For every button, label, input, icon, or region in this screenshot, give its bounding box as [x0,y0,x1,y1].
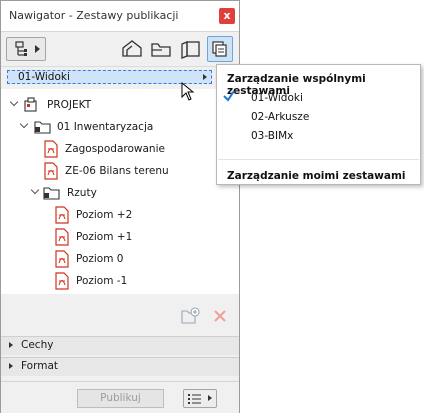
tree-row-item[interactable]: Zagospodarowanie [1,139,239,159]
pdf-file-icon [55,228,69,246]
tree-row-item[interactable]: Poziom -1 [1,271,239,291]
toolbar [1,32,239,67]
window-title: Nawigator - Zestawy publikacji [9,9,179,22]
layout-book-icon [181,41,200,59]
layout-book-button[interactable] [177,36,203,62]
chevron-right-icon [208,395,212,401]
delete-icon[interactable] [213,309,227,323]
publisher-sets-icon [212,41,227,57]
folder-icon [43,187,60,200]
menu-divider [218,159,419,160]
section-cechy[interactable]: Cechy [1,336,239,355]
project-map-button[interactable] [119,36,145,62]
publisher-tree: PROJEKT 01 Inwentaryzacja Zagospodarowan… [1,89,239,294]
chevron-down-icon[interactable] [20,122,28,130]
pdf-file-icon [55,250,69,268]
view-map-icon [151,43,171,57]
menu-item-03-bimx[interactable]: 03-BIMx [251,130,293,142]
chevron-right-icon [9,342,13,348]
project-map-icon [122,40,142,57]
tree-row-folder[interactable]: 01 Inwentaryzacja [1,117,239,137]
tree-row-item[interactable]: Poziom +2 [1,205,239,225]
chevron-right-icon [35,45,40,53]
tree-row-item[interactable]: ZE-06 Bilans terenu [1,161,239,181]
section-label: Cechy [21,339,54,351]
tree-label: Rzuty [67,187,97,199]
navigator-palette: Nawigator - Zestawy publikacji x 01-Wido… [0,0,240,413]
checkmark-icon [223,90,235,102]
menu-item-01-widoki[interactable]: 01-Widoki [251,92,303,104]
mouse-cursor-icon [181,82,195,101]
section-format[interactable]: Format [1,357,239,376]
menu-item-02-arkusze[interactable]: 02-Arkusze [251,111,309,123]
tree-row-item[interactable]: Poziom 0 [1,249,239,269]
tree-row-subfolder[interactable]: Rzuty [1,183,239,203]
chevron-right-icon [203,74,207,80]
footer: Publikuj [1,381,239,413]
tree-label: Zagospodarowanie [65,143,165,155]
publish-button[interactable]: Publikuj [77,389,164,408]
project-icon [24,97,37,112]
tree-label: 01 Inwentaryzacja [57,121,154,133]
list-icon [188,394,201,404]
section-label: Format [21,360,59,372]
folder-icon [34,121,51,134]
pdf-file-icon [55,272,69,290]
tree-label: Poziom 0 [76,253,124,265]
tree-row-projekt[interactable]: PROJEKT [1,95,239,115]
publisher-set-value: 01-Widoki [18,71,70,83]
navigator-map-button[interactable] [6,37,46,61]
close-icon: x [223,9,231,22]
tree-label: ZE-06 Bilans terenu [65,165,169,177]
tree-actions-bar [1,295,239,335]
pdf-file-icon [44,162,58,180]
tree-structure-icon [15,41,27,56]
pdf-file-icon [44,140,58,158]
tree-label: Poziom -1 [76,275,128,287]
tree-row-item[interactable]: Poziom +1 [1,227,239,247]
view-map-button[interactable] [148,36,174,62]
publisher-sets-button[interactable] [207,36,233,62]
publisher-set-menu: Zarządzanie wspólnymi zestawami 01-Widok… [216,64,421,185]
chevron-right-icon [9,363,13,369]
tree-label: PROJEKT [47,99,92,111]
tree-label: Poziom +1 [76,231,133,243]
options-menu-button[interactable] [183,389,217,408]
menu-heading-own[interactable]: Zarządzanie moimi zestawami [227,170,406,182]
chevron-down-icon[interactable] [31,188,39,196]
chevron-down-icon[interactable] [10,100,18,108]
close-button[interactable]: x [219,8,235,24]
pdf-file-icon [55,206,69,224]
tree-label: Poziom +2 [76,209,133,221]
new-folder-icon[interactable] [181,307,201,325]
title-bar[interactable]: Nawigator - Zestawy publikacji x [1,1,239,32]
